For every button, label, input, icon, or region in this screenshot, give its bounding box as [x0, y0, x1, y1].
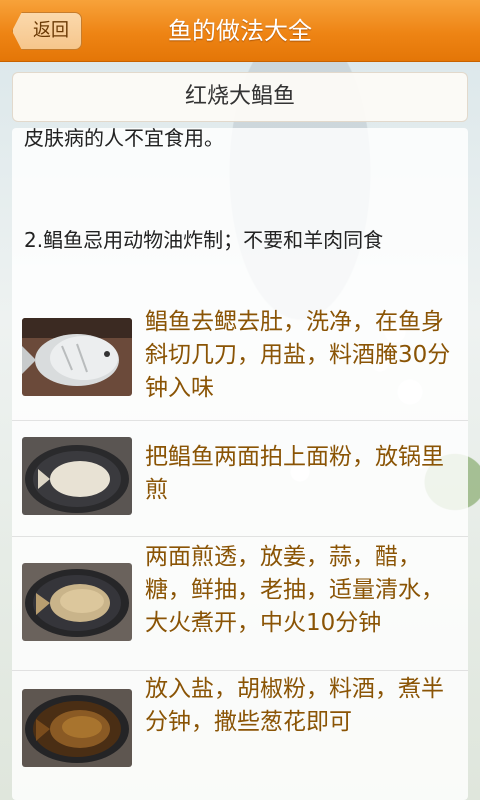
recipe-title: 红烧大鲳鱼	[12, 72, 468, 122]
back-button[interactable]: 返回	[12, 12, 82, 50]
step-item: 放入盐，胡椒粉，料酒，煮半分钟，撒些葱花即可	[12, 670, 468, 800]
fish-in-pan-photo	[22, 437, 132, 515]
raw-fish-photo	[22, 318, 132, 396]
step-text: 鲳鱼去鳃去肚，洗净，在鱼身斜切几刀，用盐，料酒腌30分钟入味	[145, 309, 451, 401]
step-item: 两面煎透，放姜，蒜，醋，糖，鲜抽，老抽，适量清水，大火煮开，中火10分钟	[12, 536, 468, 670]
fried-fish-photo	[22, 563, 132, 641]
header-bar: 返回 鱼的做法大全	[0, 0, 480, 62]
page-title: 鱼的做法大全	[168, 17, 312, 45]
step-text: 两面煎透，放姜，蒜，醋，糖，鲜抽，老抽，适量清水，大火煮开，中火10分钟	[145, 544, 444, 636]
step-text: 把鲳鱼两面拍上面粉，放锅里煎	[145, 444, 444, 503]
note-text: 皮肤病的人不宜食用。	[24, 128, 224, 150]
step-item: 鲳鱼去鳃去肚，洗净，在鱼身斜切几刀，用盐，料酒腌30分钟入味	[12, 304, 468, 420]
note-text: 2.鲳鱼忌用动物油炸制；不要和羊肉同食	[24, 228, 384, 252]
step-text: 放入盐，胡椒粉，料酒，煮半分钟，撒些葱花即可	[145, 676, 444, 735]
step-item: 把鲳鱼两面拍上面粉，放锅里煎	[12, 420, 468, 536]
recipe-content[interactable]: 皮肤病的人不宜食用。 2.鲳鱼忌用动物油炸制；不要和羊肉同食 鲳鱼去鳃去肚，洗净…	[12, 128, 468, 800]
braised-fish-photo	[22, 689, 132, 767]
